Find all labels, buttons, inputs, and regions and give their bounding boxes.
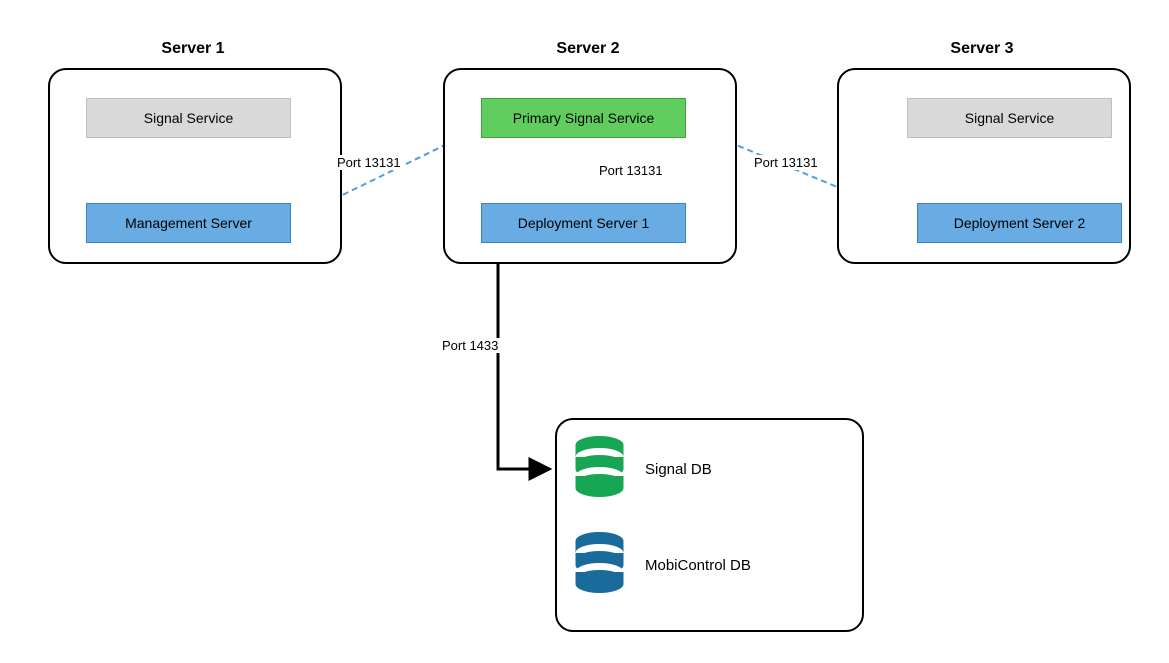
server2-title: Server 2 <box>443 40 733 58</box>
database-icon <box>572 530 627 600</box>
label-deploy1-to-primary: Port 13131 <box>597 163 665 178</box>
database-icon <box>572 434 627 504</box>
db-row-signal: Signal DB <box>572 434 712 504</box>
server2-role: Deployment Server 1 <box>481 203 686 243</box>
label-deploy2-to-primary: Port 13131 <box>752 155 820 170</box>
db-row-mobicontrol: MobiControl DB <box>572 530 751 600</box>
db-label-mobicontrol: MobiControl DB <box>645 557 751 574</box>
label-primary-to-db: Port 1433 <box>440 338 500 353</box>
server1-title: Server 1 <box>48 40 338 58</box>
server3-title: Server 3 <box>837 40 1127 58</box>
diagram-canvas: Server 1 Signal Service Management Serve… <box>0 0 1169 663</box>
server3-role: Deployment Server 2 <box>917 203 1122 243</box>
server1-role: Management Server <box>86 203 291 243</box>
primary-signal-service: Primary Signal Service <box>481 98 686 138</box>
label-mgmt-to-primary: Port 13131 <box>335 155 403 170</box>
server1-signal-service: Signal Service <box>86 98 291 138</box>
server3-signal-service: Signal Service <box>907 98 1112 138</box>
db-label-signal: Signal DB <box>645 461 712 478</box>
